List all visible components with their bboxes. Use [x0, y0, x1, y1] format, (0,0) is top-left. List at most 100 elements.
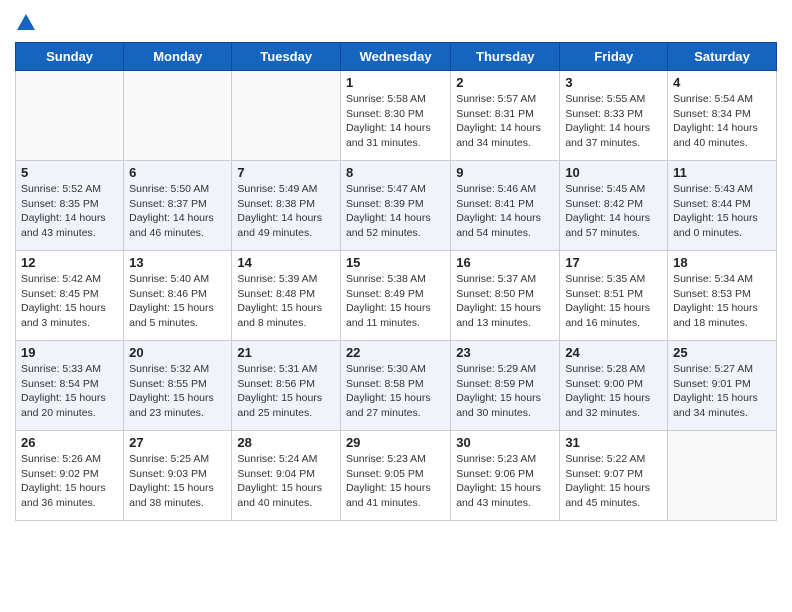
day-cell-23: 23 Sunrise: 5:29 AM Sunset: 8:59 PM Dayli… — [451, 341, 560, 431]
day-cell-24: 24 Sunrise: 5:28 AM Sunset: 9:00 PM Dayli… — [560, 341, 668, 431]
day-info: Sunrise: 5:57 AM Sunset: 8:31 PM Dayligh… — [456, 92, 554, 151]
day-number: 27 — [129, 435, 226, 450]
day-cell-18: 18 Sunrise: 5:34 AM Sunset: 8:53 PM Dayli… — [668, 251, 777, 341]
day-cell-7: 7Sunrise: 5:49 AM Sunset: 8:38 PM Daylig… — [232, 161, 341, 251]
day-number: 8 — [346, 165, 445, 180]
logo — [15, 10, 40, 34]
day-cell-25: 25Sunrise: 5:27 AM Sunset: 9:01 PM Dayli… — [668, 341, 777, 431]
day-number: 14 — [237, 255, 335, 270]
logo-icon — [15, 12, 37, 34]
day-info: Sunrise: 5:37 AM Sunset: 8:50 PM Dayligh… — [456, 272, 554, 331]
day-number: 23 — [456, 345, 554, 360]
day-info: Sunrise: 5:28 AM Sunset: 9:00 PM Dayligh… — [565, 362, 662, 421]
day-number: 22 — [346, 345, 445, 360]
day-header-saturday: Saturday — [668, 43, 777, 71]
day-cell-14: 14 Sunrise: 5:39 AM Sunset: 8:48 PM Dayli… — [232, 251, 341, 341]
day-info: Sunrise: 5:50 AM Sunset: 8:37 PM Dayligh… — [129, 182, 226, 241]
day-number: 18 — [673, 255, 771, 270]
day-number: 3 — [565, 75, 662, 90]
day-info: Sunrise: 5:29 AM Sunset: 8:59 PM Dayligh… — [456, 362, 554, 421]
day-info: Sunrise: 5:58 AM Sunset: 8:30 PM Dayligh… — [346, 92, 445, 151]
day-number: 6 — [129, 165, 226, 180]
day-cell-29: 29 Sunrise: 5:23 AM Sunset: 9:05 PM Dayli… — [340, 431, 450, 521]
week-row-3: 12 Sunrise: 5:42 AM Sunset: 8:45 PM Dayli… — [16, 251, 777, 341]
day-number: 30 — [456, 435, 554, 450]
day-cell-11: 11 Sunrise: 5:43 AM Sunset: 8:44 PM Dayli… — [668, 161, 777, 251]
empty-cell — [124, 71, 232, 161]
day-cell-26: 26 Sunrise: 5:26 AM Sunset: 9:02 PM Dayli… — [16, 431, 124, 521]
day-info: Sunrise: 5:31 AM Sunset: 8:56 PM Dayligh… — [237, 362, 335, 421]
day-cell-1: 1Sunrise: 5:58 AM Sunset: 8:30 PM Daylig… — [340, 71, 450, 161]
day-number: 29 — [346, 435, 445, 450]
day-cell-21: 21 Sunrise: 5:31 AM Sunset: 8:56 PM Dayli… — [232, 341, 341, 431]
day-info: Sunrise: 5:54 AM Sunset: 8:34 PM Dayligh… — [673, 92, 771, 151]
day-cell-13: 13 Sunrise: 5:40 AM Sunset: 8:46 PM Dayli… — [124, 251, 232, 341]
day-cell-3: 3 Sunrise: 5:55 AM Sunset: 8:33 PM Daylig… — [560, 71, 668, 161]
day-cell-30: 30Sunrise: 5:23 AM Sunset: 9:06 PM Dayli… — [451, 431, 560, 521]
day-cell-16: 16Sunrise: 5:37 AM Sunset: 8:50 PM Dayli… — [451, 251, 560, 341]
day-info: Sunrise: 5:39 AM Sunset: 8:48 PM Dayligh… — [237, 272, 335, 331]
day-info: Sunrise: 5:34 AM Sunset: 8:53 PM Dayligh… — [673, 272, 771, 331]
day-header-thursday: Thursday — [451, 43, 560, 71]
day-cell-6: 6 Sunrise: 5:50 AM Sunset: 8:37 PM Daylig… — [124, 161, 232, 251]
day-info: Sunrise: 5:35 AM Sunset: 8:51 PM Dayligh… — [565, 272, 662, 331]
day-number: 2 — [456, 75, 554, 90]
day-number: 28 — [237, 435, 335, 450]
day-info: Sunrise: 5:55 AM Sunset: 8:33 PM Dayligh… — [565, 92, 662, 151]
day-number: 12 — [21, 255, 118, 270]
day-info: Sunrise: 5:30 AM Sunset: 8:58 PM Dayligh… — [346, 362, 445, 421]
day-number: 21 — [237, 345, 335, 360]
day-cell-22: 22 Sunrise: 5:30 AM Sunset: 8:58 PM Dayli… — [340, 341, 450, 431]
day-info: Sunrise: 5:42 AM Sunset: 8:45 PM Dayligh… — [21, 272, 118, 331]
day-header-monday: Monday — [124, 43, 232, 71]
empty-cell — [668, 431, 777, 521]
day-cell-19: 19 Sunrise: 5:33 AM Sunset: 8:54 PM Dayli… — [16, 341, 124, 431]
header-row: SundayMondayTuesdayWednesdayThursdayFrid… — [16, 43, 777, 71]
day-number: 11 — [673, 165, 771, 180]
day-number: 10 — [565, 165, 662, 180]
header — [15, 10, 777, 34]
week-row-4: 19 Sunrise: 5:33 AM Sunset: 8:54 PM Dayli… — [16, 341, 777, 431]
day-info: Sunrise: 5:40 AM Sunset: 8:46 PM Dayligh… — [129, 272, 226, 331]
day-cell-2: 2 Sunrise: 5:57 AM Sunset: 8:31 PM Daylig… — [451, 71, 560, 161]
day-header-sunday: Sunday — [16, 43, 124, 71]
day-cell-27: 27 Sunrise: 5:25 AM Sunset: 9:03 PM Dayli… — [124, 431, 232, 521]
day-info: Sunrise: 5:43 AM Sunset: 8:44 PM Dayligh… — [673, 182, 771, 241]
day-cell-17: 17 Sunrise: 5:35 AM Sunset: 8:51 PM Dayli… — [560, 251, 668, 341]
day-number: 17 — [565, 255, 662, 270]
empty-cell — [232, 71, 341, 161]
day-cell-31: 31 Sunrise: 5:22 AM Sunset: 9:07 PM Dayli… — [560, 431, 668, 521]
day-info: Sunrise: 5:52 AM Sunset: 8:35 PM Dayligh… — [21, 182, 118, 241]
day-number: 24 — [565, 345, 662, 360]
day-cell-12: 12 Sunrise: 5:42 AM Sunset: 8:45 PM Dayli… — [16, 251, 124, 341]
day-info: Sunrise: 5:47 AM Sunset: 8:39 PM Dayligh… — [346, 182, 445, 241]
day-number: 13 — [129, 255, 226, 270]
day-info: Sunrise: 5:38 AM Sunset: 8:49 PM Dayligh… — [346, 272, 445, 331]
day-number: 26 — [21, 435, 118, 450]
day-info: Sunrise: 5:25 AM Sunset: 9:03 PM Dayligh… — [129, 452, 226, 511]
day-cell-15: 15 Sunrise: 5:38 AM Sunset: 8:49 PM Dayli… — [340, 251, 450, 341]
day-header-friday: Friday — [560, 43, 668, 71]
day-number: 20 — [129, 345, 226, 360]
day-info: Sunrise: 5:26 AM Sunset: 9:02 PM Dayligh… — [21, 452, 118, 511]
day-cell-28: 28 Sunrise: 5:24 AM Sunset: 9:04 PM Dayli… — [232, 431, 341, 521]
day-info: Sunrise: 5:33 AM Sunset: 8:54 PM Dayligh… — [21, 362, 118, 421]
day-number: 19 — [21, 345, 118, 360]
day-number: 5 — [21, 165, 118, 180]
day-number: 31 — [565, 435, 662, 450]
day-number: 15 — [346, 255, 445, 270]
week-row-2: 5 Sunrise: 5:52 AM Sunset: 8:35 PM Daylig… — [16, 161, 777, 251]
day-header-tuesday: Tuesday — [232, 43, 341, 71]
day-cell-20: 20 Sunrise: 5:32 AM Sunset: 8:55 PM Dayli… — [124, 341, 232, 431]
day-cell-9: 9Sunrise: 5:46 AM Sunset: 8:41 PM Daylig… — [451, 161, 560, 251]
day-info: Sunrise: 5:23 AM Sunset: 9:05 PM Dayligh… — [346, 452, 445, 511]
day-info: Sunrise: 5:32 AM Sunset: 8:55 PM Dayligh… — [129, 362, 226, 421]
day-info: Sunrise: 5:22 AM Sunset: 9:07 PM Dayligh… — [565, 452, 662, 511]
day-cell-8: 8 Sunrise: 5:47 AM Sunset: 8:39 PM Daylig… — [340, 161, 450, 251]
day-info: Sunrise: 5:24 AM Sunset: 9:04 PM Dayligh… — [237, 452, 335, 511]
day-header-wednesday: Wednesday — [340, 43, 450, 71]
day-info: Sunrise: 5:49 AM Sunset: 8:38 PM Dayligh… — [237, 182, 335, 241]
empty-cell — [16, 71, 124, 161]
calendar-table: SundayMondayTuesdayWednesdayThursdayFrid… — [15, 42, 777, 521]
week-row-5: 26 Sunrise: 5:26 AM Sunset: 9:02 PM Dayli… — [16, 431, 777, 521]
